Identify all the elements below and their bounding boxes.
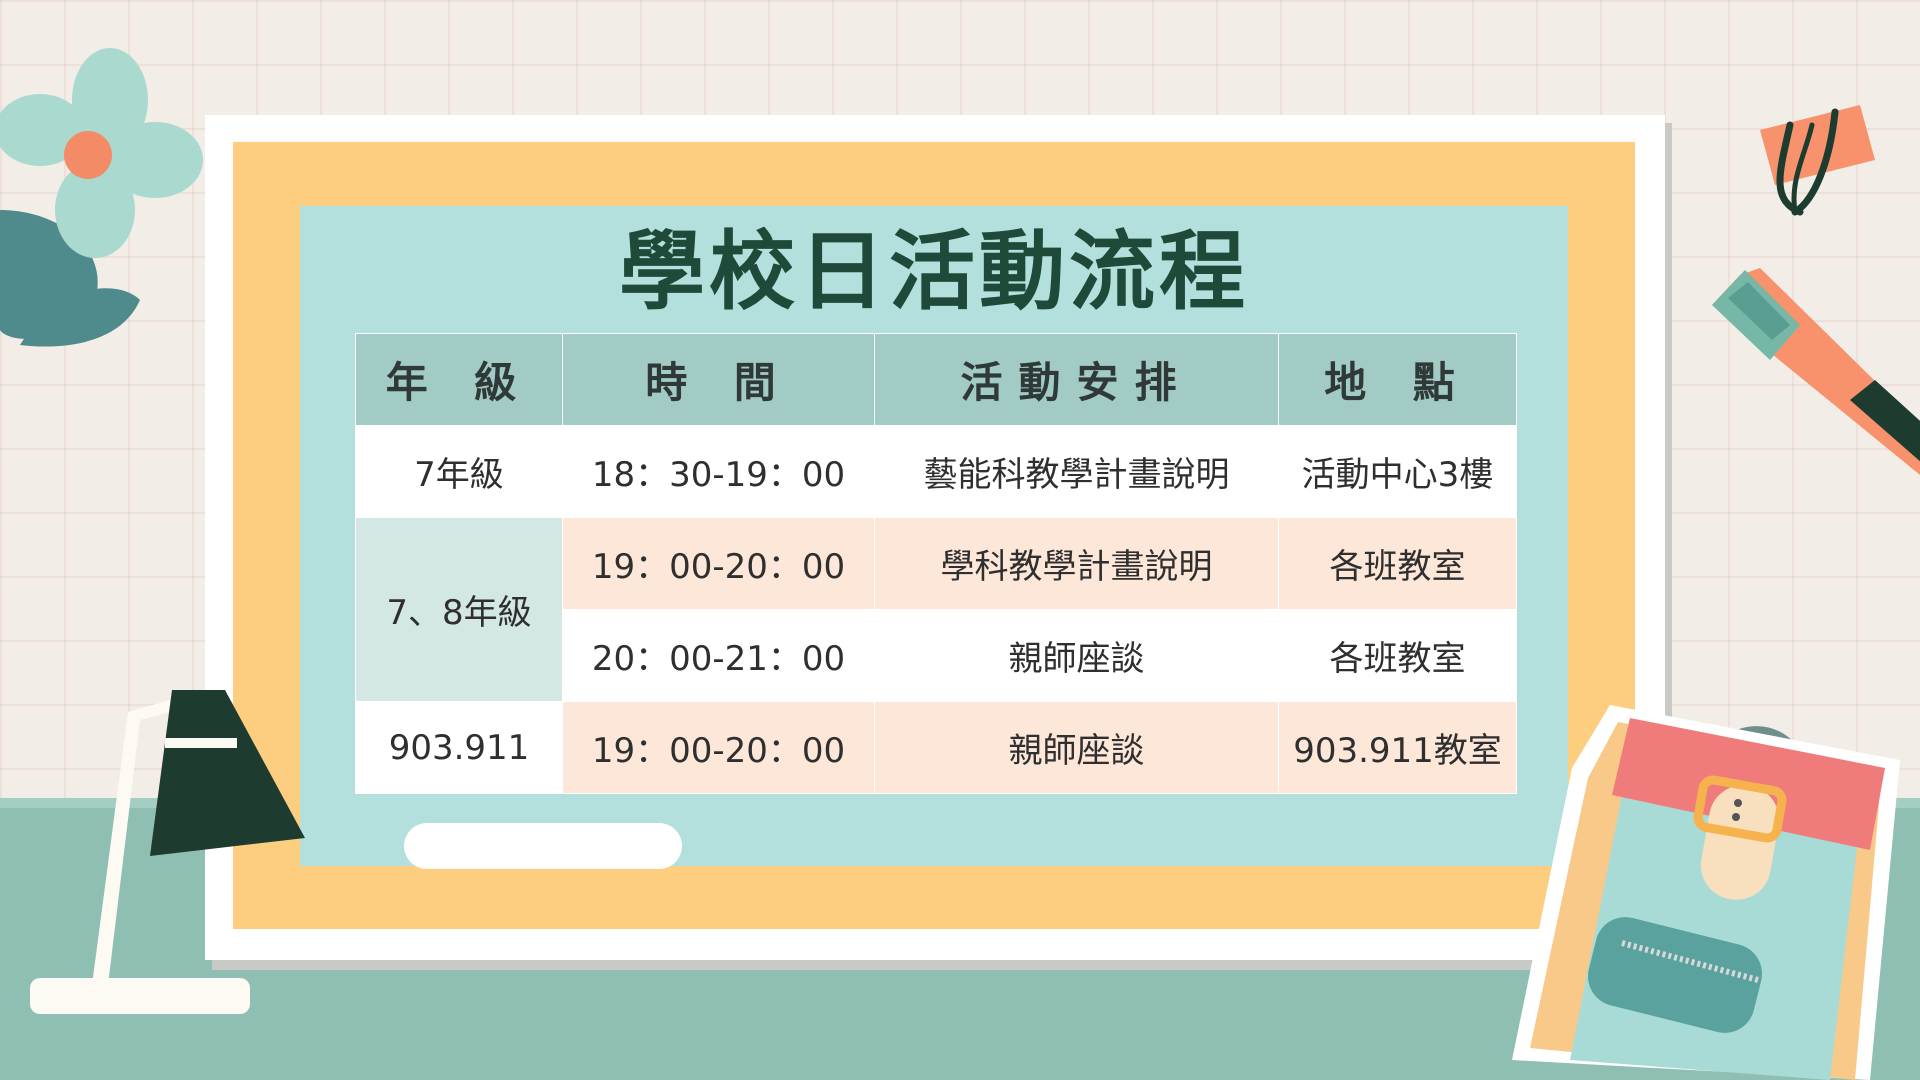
desk-lamp-icon (30, 690, 305, 1014)
decorations-layer (0, 48, 1920, 1080)
backpack-icon (1512, 705, 1900, 1080)
pen-icon (1712, 268, 1920, 475)
flower-icon (0, 48, 203, 347)
binder-clip-icon (1760, 105, 1875, 216)
